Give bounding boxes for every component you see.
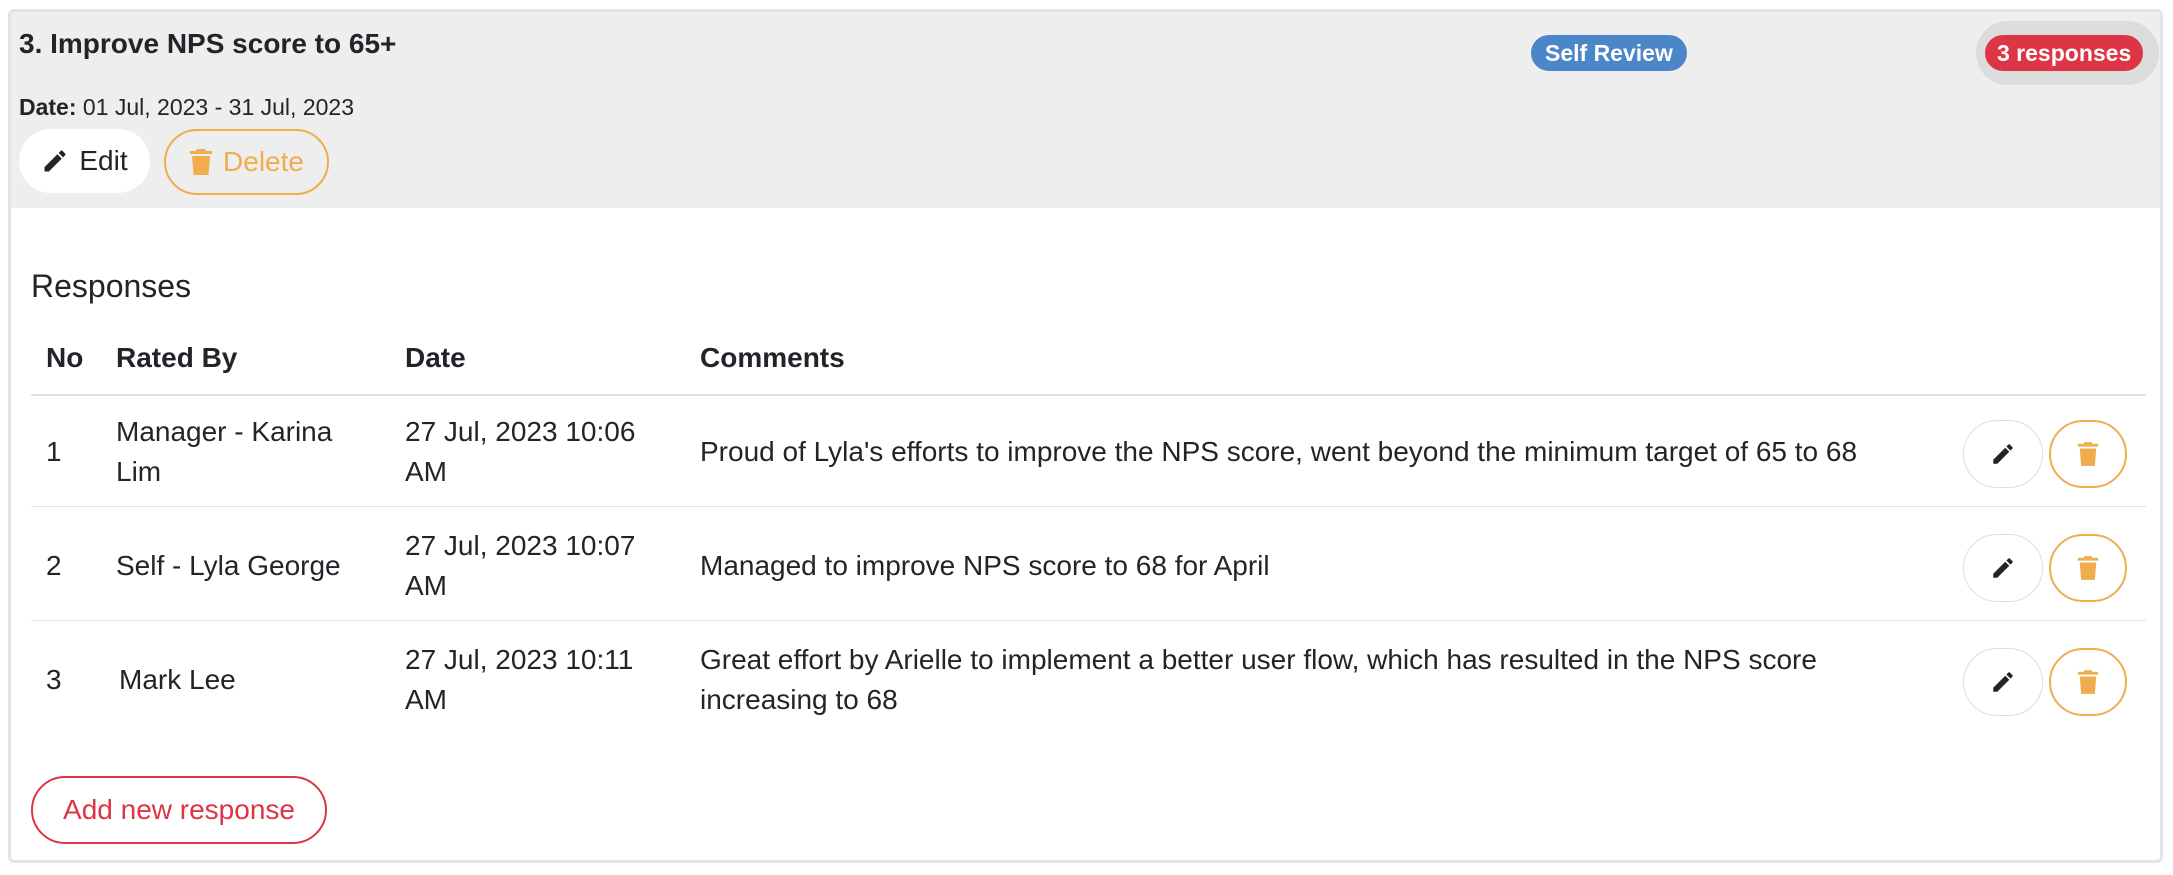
edit-goal-button[interactable]: Edit: [19, 129, 150, 193]
column-header-rated-by: Rated By: [116, 342, 238, 373]
row-3-no: 3: [46, 664, 62, 695]
delete-goal-button[interactable]: Delete: [164, 129, 329, 195]
row-divider: [31, 620, 2146, 621]
row-3-date: 27 Jul, 2023 10:11 AM: [405, 644, 634, 715]
row-divider: [31, 506, 2146, 507]
pencil-icon: [1990, 669, 2016, 695]
table-header-divider: [31, 394, 2146, 396]
pencil-icon: [1990, 555, 2016, 581]
trash-icon: [2077, 555, 2099, 581]
row-3-rated-by: Mark Lee: [119, 664, 236, 695]
row-2-no: 2: [46, 550, 62, 581]
review-type-badge: Self Review: [1531, 35, 1687, 71]
row-2-rated-by: Self - Lyla George: [116, 550, 341, 581]
responses-count-badge: 3 responses: [1985, 35, 2144, 71]
row-3-comment: Great effort by Arielle to implement a b…: [700, 644, 1817, 715]
goal-title: 3. Improve NPS score to 65+: [19, 28, 397, 59]
row-1-delete-button[interactable]: [2049, 420, 2127, 488]
row-3-delete-button[interactable]: [2049, 648, 2127, 716]
row-1-rated-by: Manager - Karina Lim: [116, 416, 333, 487]
goal-card: 3. Improve NPS score to 65+ Self Review …: [8, 9, 2163, 863]
row-1-edit-button[interactable]: [1963, 420, 2043, 488]
pencil-icon: [41, 147, 69, 175]
delete-goal-label: Delete: [223, 146, 304, 177]
trash-icon: [2077, 669, 2099, 695]
date-label: Date:: [19, 94, 77, 120]
row-2-comment: Managed to improve NPS score to 68 for A…: [700, 550, 1270, 581]
pencil-icon: [1990, 441, 2016, 467]
row-1-date: 27 Jul, 2023 10:06 AM: [405, 416, 636, 487]
column-header-date: Date: [405, 342, 466, 373]
edit-goal-label: Edit: [79, 145, 128, 176]
goal-header: 3. Improve NPS score to 65+ Self Review …: [11, 12, 2160, 208]
goal-date: Date: 01 Jul, 2023 - 31 Jul, 2023: [19, 94, 354, 121]
row-2-date: 27 Jul, 2023 10:07 AM: [405, 530, 636, 601]
row-1-no: 1: [46, 436, 62, 467]
trash-icon: [189, 148, 213, 176]
responses-section-title: Responses: [31, 268, 192, 304]
column-header-comments: Comments: [700, 342, 845, 373]
add-new-response-button[interactable]: Add new response: [31, 776, 327, 844]
row-3-edit-button[interactable]: [1963, 648, 2043, 716]
row-2-delete-button[interactable]: [2049, 534, 2127, 602]
column-header-no: No: [46, 342, 84, 373]
date-value: 01 Jul, 2023 - 31 Jul, 2023: [82, 94, 354, 120]
row-1-comment: Proud of Lyla's efforts to improve the N…: [700, 436, 1858, 467]
row-2-edit-button[interactable]: [1963, 534, 2043, 602]
trash-icon: [2077, 441, 2099, 467]
